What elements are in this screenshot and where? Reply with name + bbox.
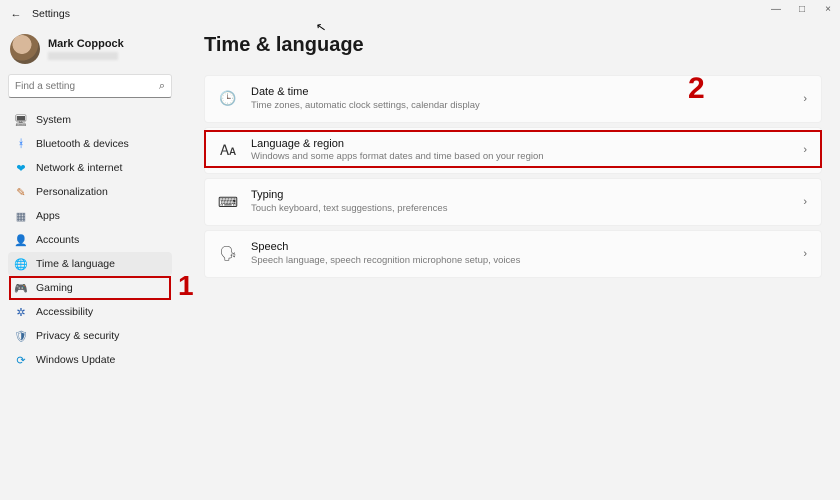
nav-icon: ᚼ [14,137,28,151]
nav-label: System [36,114,71,126]
card-subtitle: Time zones, automatic clock settings, ca… [251,100,789,112]
page-title: Time & language [204,34,822,57]
card-subtitle: Touch keyboard, text suggestions, prefer… [251,203,789,215]
nav-label: Apps [36,210,60,222]
sidebar-item-bluetooth-devices[interactable]: ᚼ Bluetooth & devices [8,132,172,156]
nav-label: Bluetooth & devices [36,138,129,150]
titlebar: ← Settings — □ × [0,0,840,28]
chevron-right-icon: › [803,144,807,156]
profile-name: Mark Coppock [48,38,124,51]
sidebar-item-system[interactable]: 🖥 System [8,108,172,132]
nav-icon: ❤ [14,161,28,175]
card-title: Speech [251,241,789,255]
sidebar-item-privacy-security[interactable]: 🛡 Privacy & security [8,324,172,348]
sidebar-item-windows-update[interactable]: ⟳ Windows Update [8,348,172,372]
sidebar: Mark Coppock ⌕ 🖥 System ᚼ Bluetooth & devic… [0,28,180,500]
nav-icon: ✎ [14,185,28,199]
sidebar-item-accounts[interactable]: 👤 Accounts [8,228,172,252]
nav-label: Personalization [36,186,108,198]
card-list: 🕒 Date & timeTime zones, automatic clock … [204,75,822,278]
card-icon: 🕒 [219,90,237,107]
nav-icon: 🌐 [14,257,28,271]
sidebar-item-personalization[interactable]: ✎ Personalization [8,180,172,204]
sidebar-item-accessibility[interactable]: ✲ Accessibility [8,300,172,324]
nav-icon: 🖥 [14,113,28,127]
settings-card-typing[interactable]: ⌨ TypingTouch keyboard, text suggestions,… [204,178,822,226]
profile[interactable]: Mark Coppock [8,30,172,74]
sidebar-item-time-language[interactable]: 🌐 Time & language [8,252,172,276]
maximize-button[interactable]: □ [796,4,808,15]
sidebar-item-apps[interactable]: ▦ Apps [8,204,172,228]
card-icon: ⌨ [219,194,237,211]
app-title: Settings [32,8,70,20]
card-title: Typing [251,189,789,203]
nav-label: Accessibility [36,306,93,318]
chevron-right-icon: › [803,93,807,105]
settings-card-language-region[interactable]: 🗛 Language & regionWindows and some apps … [204,127,822,175]
card-subtitle: Windows and some apps format dates and t… [251,151,789,163]
minimize-button[interactable]: — [770,4,782,15]
card-subtitle: Speech language, speech recognition micr… [251,255,789,267]
nav-label: Time & language [36,258,115,270]
card-icon: 🗣 [219,245,237,262]
chevron-right-icon: › [803,248,807,260]
nav-label: Privacy & security [36,330,119,342]
sidebar-item-network-internet[interactable]: ❤ Network & internet [8,156,172,180]
nav-list: 🖥 System ᚼ Bluetooth & devices ❤ Network & in… [8,108,172,372]
nav-label: Network & internet [36,162,122,174]
card-icon: 🗛 [219,142,237,159]
annotation-marker-1: 1 [178,270,194,302]
search-icon: ⌕ [159,80,165,93]
sidebar-item-gaming[interactable]: 🎮 Gaming [8,276,172,300]
settings-card-date-time[interactable]: 🕒 Date & timeTime zones, automatic clock … [204,75,822,123]
nav-icon: ⟳ [14,353,28,367]
nav-icon: ▦ [14,209,28,223]
nav-icon: 🎮 [14,281,28,295]
card-title: Date & time [251,86,789,100]
profile-email-redacted [48,52,118,60]
annotation-marker-2: 2 [688,72,705,106]
nav-label: Accounts [36,234,79,246]
nav-icon: 👤 [14,233,28,247]
content: Time & language 🕒 Date & timeTime zones, … [180,28,840,500]
close-button[interactable]: × [822,4,834,15]
back-button[interactable]: ← [8,8,24,20]
search-box[interactable]: ⌕ [8,74,172,98]
window-controls: — □ × [770,4,834,15]
nav-icon: 🛡 [14,329,28,343]
settings-card-speech[interactable]: 🗣 SpeechSpeech language, speech recogniti… [204,230,822,278]
nav-icon: ✲ [14,305,28,319]
chevron-right-icon: › [803,196,807,208]
nav-label: Gaming [36,282,73,294]
card-title: Language & region [251,138,789,152]
search-input[interactable] [15,81,159,92]
nav-label: Windows Update [36,354,115,366]
avatar [10,34,40,64]
